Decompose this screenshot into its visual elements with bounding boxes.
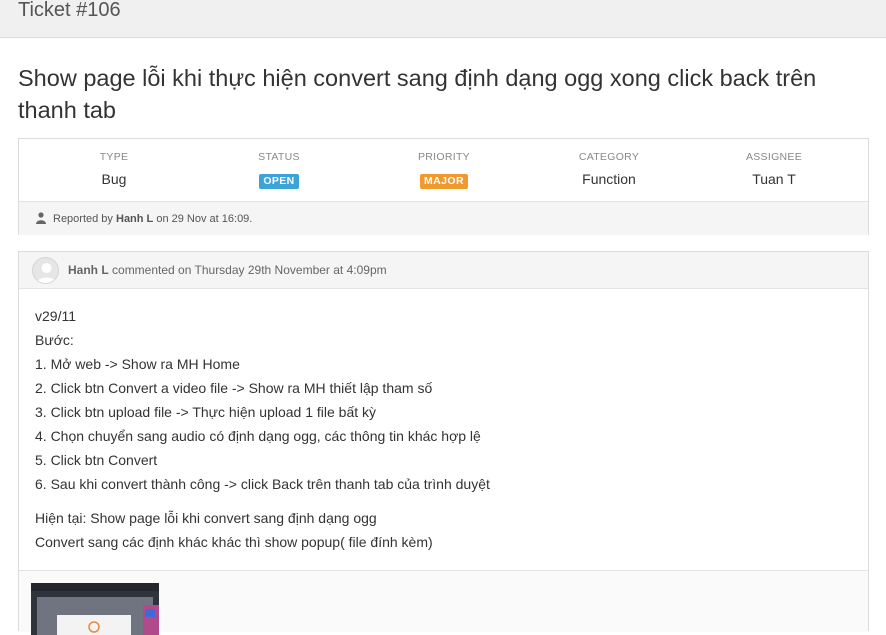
field-label: ASSIGNEE — [745, 151, 803, 163]
type-value: Bug — [101, 171, 127, 187]
comment-line: 5. Click btn Convert — [35, 452, 158, 468]
comment-line: v29/11 — [35, 308, 76, 324]
comment-author[interactable]: Hanh L — [68, 263, 109, 277]
comment-header: Hanh L commented on Thursday 29th Novemb… — [19, 252, 868, 289]
status-badge: OPEN — [259, 174, 299, 189]
ticket-number: Ticket #106 — [18, 0, 121, 21]
reporter-name[interactable]: Hanh L — [116, 213, 153, 225]
comment-line: 3. Click btn upload file -> Thực hiện up… — [35, 404, 377, 420]
reported-by-text: Reported by Hanh L on 29 Nov at 16:09. — [53, 213, 253, 225]
comment-line: 6. Sau khi convert thành công -> click B… — [35, 476, 490, 492]
field-label: PRIORITY — [418, 151, 470, 163]
attachments-row — [19, 570, 868, 635]
category-value: Function — [582, 171, 636, 187]
comment-meta: Hanh L commented on Thursday 29th Novemb… — [68, 263, 387, 277]
comment-card: Hanh L commented on Thursday 29th Novemb… — [18, 251, 869, 635]
comment-timestamp: commented on Thursday 29th November at 4… — [112, 263, 387, 277]
avatar — [32, 257, 59, 284]
top-bar: Ticket #106 — [0, 0, 886, 38]
comment-line: 2. Click btn Convert a video file -> Sho… — [35, 380, 433, 396]
attachment-thumbnail[interactable] — [31, 583, 159, 635]
comment-line: 1. Mở web -> Show ra MH Home — [35, 356, 240, 372]
comment-line: Hiện tại: Show page lỗi khi convert sang… — [35, 510, 377, 526]
field-label: TYPE — [99, 151, 129, 163]
user-icon — [36, 212, 46, 224]
assignee-value[interactable]: Tuan T — [694, 171, 854, 187]
ticket-title: Show page lỗi khi thực hiện convert sang… — [18, 65, 817, 123]
reported-by-bar: Reported by Hanh L on 29 Nov at 16:09. — [19, 201, 868, 235]
ticket-meta-panel: TYPE Bug STATUS OPEN PRIORITY MAJOR CATE… — [18, 138, 869, 235]
comment-line: 4. Chọn chuyển sang audio có định dạng o… — [35, 428, 481, 444]
field-label: CATEGORY — [578, 151, 640, 163]
comment-line: Convert sang các định khác khác thì show… — [35, 534, 433, 550]
priority-badge: MAJOR — [420, 174, 468, 189]
comment-line: Bước: — [35, 332, 74, 348]
field-label: STATUS — [258, 151, 300, 163]
comment-body: v29/11 Bước: 1. Mở web -> Show ra MH Hom… — [35, 308, 855, 558]
